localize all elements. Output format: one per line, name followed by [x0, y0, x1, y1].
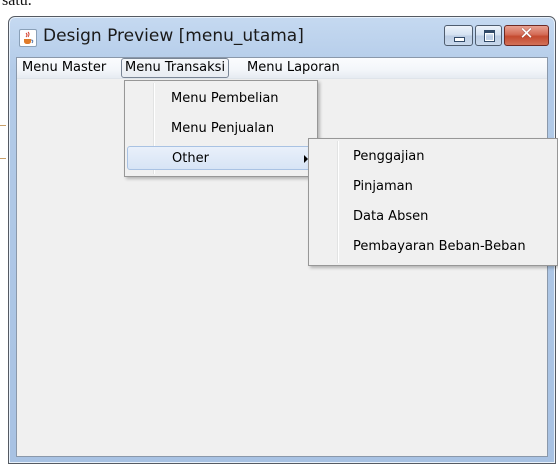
caption-buttons: ✕ [444, 24, 549, 46]
background-text: satu. [2, 0, 32, 9]
background-mark [0, 125, 6, 126]
close-button[interactable]: ✕ [504, 24, 549, 46]
menu-master[interactable]: Menu Master [19, 58, 109, 78]
background-mark [0, 158, 6, 159]
maximize-icon [484, 30, 495, 42]
pembayaran-beban-item[interactable]: Pembayaran Beban-Beban [311, 235, 555, 259]
minimize-button[interactable] [444, 25, 473, 46]
minimize-icon [454, 37, 465, 42]
menu-bar: Menu Master Menu Transaksi Menu Laporan [17, 58, 547, 79]
menu-transaksi[interactable]: Menu Transaksi [121, 58, 230, 78]
window-title: Design Preview [menu_utama] [43, 26, 304, 46]
title-bar[interactable]: Design Preview [menu_utama] ✕ [9, 17, 555, 57]
pinjaman-item[interactable]: Pinjaman [311, 175, 555, 199]
menu-item-label: Other [172, 151, 209, 166]
menu-item-label: Menu Penjualan [171, 121, 275, 136]
data-absen-item[interactable]: Data Absen [311, 205, 555, 229]
menu-item-label: Data Absen [353, 209, 429, 224]
other-menu-item[interactable]: Other [127, 146, 315, 170]
menu-transaksi-dropdown: Menu Pembelian Menu Penjualan Other [124, 80, 318, 177]
penggajian-item[interactable]: Penggajian [311, 145, 555, 169]
maximize-button[interactable] [475, 25, 502, 46]
menu-laporan[interactable]: Menu Laporan [244, 58, 343, 78]
java-cup-icon[interactable] [19, 29, 37, 47]
menu-penjualan-item[interactable]: Menu Penjualan [127, 117, 315, 141]
menu-item-label: Pembayaran Beban-Beban [353, 239, 526, 254]
menu-item-label: Menu Pembelian [171, 91, 279, 106]
menu-pembelian-item[interactable]: Menu Pembelian [127, 87, 315, 111]
other-submenu: Penggajian Pinjaman Data Absen Pembayara… [308, 138, 558, 266]
menu-item-label: Pinjaman [353, 179, 413, 194]
menu-item-label: Penggajian [353, 149, 425, 164]
close-icon: ✕ [519, 24, 534, 44]
